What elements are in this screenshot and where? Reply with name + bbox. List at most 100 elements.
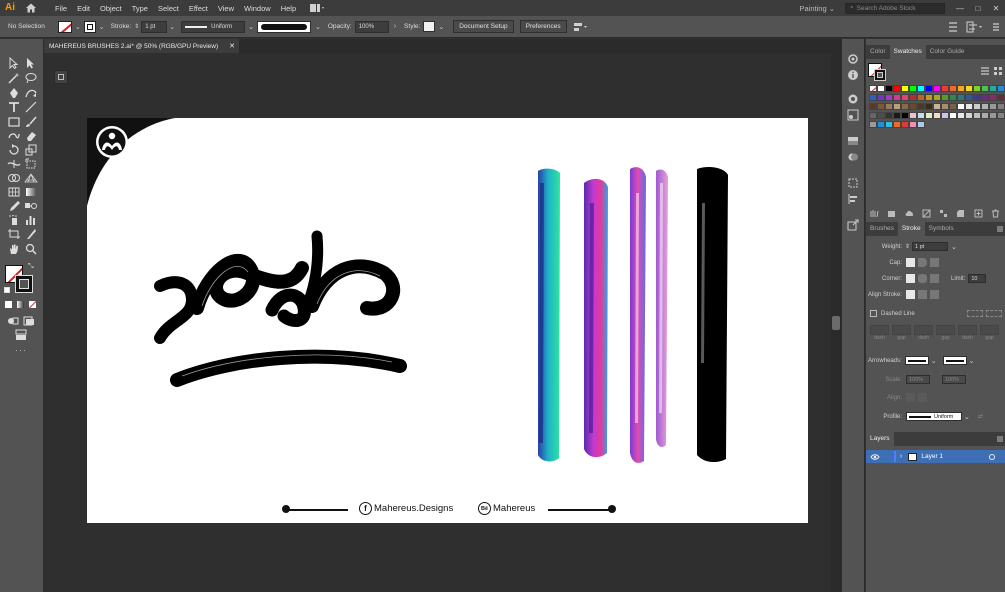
close-tab-icon[interactable]: ✕ bbox=[229, 42, 235, 50]
align-dash-icon[interactable] bbox=[985, 310, 1002, 317]
width-profile-select[interactable]: Uniform bbox=[906, 412, 962, 421]
swatch-chip[interactable] bbox=[909, 94, 917, 101]
gradient-tool-icon[interactable] bbox=[24, 186, 38, 198]
opacity-input[interactable]: 100% bbox=[354, 20, 389, 33]
dash-input-3[interactable] bbox=[958, 325, 977, 335]
swatch-chip[interactable] bbox=[893, 112, 901, 119]
gap-input-3[interactable] bbox=[980, 325, 999, 335]
swatch-chip[interactable] bbox=[957, 94, 965, 101]
menu-edit[interactable]: Edit bbox=[72, 4, 95, 13]
swatch-chip[interactable] bbox=[893, 103, 901, 110]
swatch-chip[interactable] bbox=[941, 94, 949, 101]
menu-type[interactable]: Type bbox=[127, 4, 153, 13]
swatch-chip[interactable] bbox=[893, 94, 901, 101]
swatch-chip[interactable] bbox=[925, 85, 933, 92]
swatch-chip[interactable] bbox=[877, 94, 885, 101]
swatch-chip[interactable] bbox=[997, 103, 1005, 110]
minimize-button[interactable]: — bbox=[951, 4, 969, 13]
swatch-chip[interactable] bbox=[917, 103, 925, 110]
panel-weight-dropdown-icon[interactable]: ⌄ bbox=[951, 243, 957, 251]
swatch-chip[interactable] bbox=[989, 85, 997, 92]
swatch-chip[interactable] bbox=[981, 94, 989, 101]
lasso-tool-icon[interactable] bbox=[24, 72, 38, 84]
transparency-icon[interactable] bbox=[847, 151, 859, 163]
gap-input-1[interactable] bbox=[892, 325, 911, 335]
color-group-folder-icon[interactable] bbox=[869, 121, 877, 128]
align-center-icon[interactable] bbox=[906, 290, 916, 299]
layers-panel-menu-icon[interactable] bbox=[996, 435, 1004, 443]
swatch-chip[interactable] bbox=[885, 121, 893, 128]
swatch-chip[interactable] bbox=[885, 94, 893, 101]
swatch-chip[interactable] bbox=[965, 112, 973, 119]
layer-row-layer-1[interactable]: › Layer 1 bbox=[866, 450, 1005, 463]
swatch-libraries-icon[interactable] bbox=[870, 209, 879, 218]
end-scale-input[interactable]: 100% bbox=[942, 375, 966, 384]
panel-stroke-weight-input[interactable]: 1 pt bbox=[912, 242, 949, 251]
stroke-profile-select[interactable]: Uniform bbox=[181, 20, 246, 33]
swatch-chip[interactable] bbox=[957, 112, 965, 119]
home-icon[interactable] bbox=[24, 1, 38, 15]
stroke-weight-stepper-icon[interactable]: ⇕ bbox=[905, 243, 910, 250]
shaper-tool-icon[interactable] bbox=[7, 130, 21, 142]
eyedropper-tool-icon[interactable] bbox=[7, 200, 21, 212]
color-guide-icon[interactable] bbox=[847, 109, 859, 121]
align-inside-icon[interactable] bbox=[918, 290, 928, 299]
swatch-chip[interactable] bbox=[941, 103, 949, 110]
swatch-chip[interactable] bbox=[877, 112, 885, 119]
dashed-line-checkbox[interactable] bbox=[870, 310, 877, 317]
butt-cap-icon[interactable] bbox=[906, 258, 915, 267]
align-options-icon[interactable] bbox=[572, 21, 588, 33]
swatch-chip[interactable] bbox=[997, 94, 1005, 101]
brush-definition-select[interactable] bbox=[256, 20, 311, 33]
swatch-chip[interactable] bbox=[885, 103, 893, 110]
flip-profile-icon[interactable]: ⇄ bbox=[978, 413, 983, 420]
swatch-chip[interactable] bbox=[893, 85, 901, 92]
screen-mode-icon[interactable] bbox=[22, 315, 36, 327]
swatch-chip[interactable] bbox=[917, 94, 925, 101]
list-view-icon[interactable] bbox=[980, 66, 990, 76]
stroke-weight-dropdown-icon[interactable]: ⌄ bbox=[169, 23, 175, 31]
graphic-style-swatch[interactable] bbox=[423, 21, 436, 32]
stroke-profile-dropdown-icon[interactable]: ⌄ bbox=[248, 23, 254, 31]
miter-limit-input[interactable]: 10 bbox=[968, 274, 987, 283]
magic-wand-tool-icon[interactable] bbox=[7, 72, 21, 84]
menu-view[interactable]: View bbox=[213, 4, 239, 13]
selection-tool-icon[interactable] bbox=[7, 57, 21, 69]
start-arrowhead-dropdown-icon[interactable]: ⌄ bbox=[931, 357, 937, 365]
free-transform-tool-icon[interactable] bbox=[24, 158, 38, 170]
swatch-chip[interactable] bbox=[869, 112, 877, 119]
properties-icon[interactable] bbox=[847, 53, 859, 65]
layer-target-icon[interactable] bbox=[989, 453, 995, 460]
scrollbar-thumb[interactable] bbox=[832, 316, 840, 330]
swatch-chip[interactable] bbox=[965, 103, 973, 110]
tab-brushes[interactable]: Brushes bbox=[866, 222, 898, 236]
gradient-mode-icon[interactable] bbox=[17, 301, 24, 308]
perspective-grid-tool-icon[interactable] bbox=[24, 172, 38, 184]
symbol-sprayer-tool-icon[interactable] bbox=[7, 214, 21, 226]
draw-normal-icon[interactable] bbox=[6, 315, 20, 327]
preserve-dash-icon[interactable] bbox=[966, 310, 983, 317]
stock-search-input[interactable]: ⌕ Search Adobe Stock bbox=[845, 2, 945, 14]
eraser-tool-icon[interactable] bbox=[24, 130, 38, 142]
control-bar-menu-icon[interactable] bbox=[991, 21, 1001, 33]
curvature-tool-icon[interactable] bbox=[24, 87, 38, 99]
bevel-join-icon[interactable] bbox=[930, 274, 939, 283]
tab-symbols[interactable]: Symbols bbox=[925, 222, 958, 236]
brush-dropdown-icon[interactable]: ⌄ bbox=[315, 23, 321, 31]
swatch-chip[interactable] bbox=[965, 85, 973, 92]
tab-layers[interactable]: Layers bbox=[866, 432, 894, 446]
swatch-chip[interactable] bbox=[909, 103, 917, 110]
fill-dropdown-icon[interactable]: ⌄ bbox=[75, 23, 81, 31]
artboard-tool-icon[interactable] bbox=[7, 228, 21, 240]
swatch-chip[interactable] bbox=[869, 85, 877, 92]
swatch-chip[interactable] bbox=[981, 85, 989, 92]
mesh-tool-icon[interactable] bbox=[7, 186, 21, 198]
behance-link[interactable]: Bē Mahereus bbox=[478, 502, 535, 515]
swatch-chip[interactable] bbox=[981, 103, 989, 110]
align-outside-icon[interactable] bbox=[930, 290, 940, 299]
swatch-chip[interactable] bbox=[877, 85, 885, 92]
swatch-chip[interactable] bbox=[989, 112, 997, 119]
hand-tool-icon[interactable] bbox=[7, 243, 21, 255]
new-swatch-icon[interactable] bbox=[974, 209, 983, 218]
dash-input-2[interactable] bbox=[914, 325, 933, 335]
